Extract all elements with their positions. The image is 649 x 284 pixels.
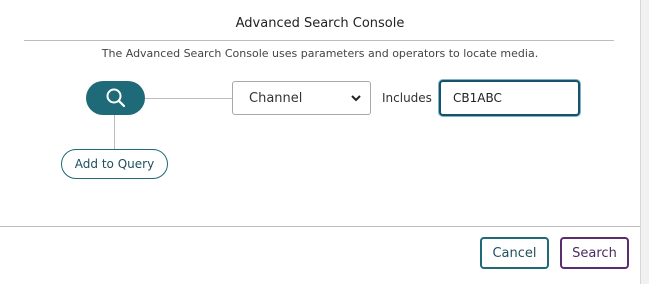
query-connector-vertical	[114, 115, 115, 149]
add-to-query-button[interactable]: Add to Query	[61, 149, 168, 179]
chevron-down-icon	[351, 95, 361, 102]
advanced-search-dialog: Advanced Search Console The Advanced Sea…	[0, 0, 641, 284]
scrollbar-track[interactable]	[641, 0, 649, 284]
query-connector-horizontal	[145, 98, 232, 99]
operator-label: Includes	[382, 91, 432, 105]
cancel-button[interactable]: Cancel	[480, 237, 549, 269]
footer-divider	[0, 226, 640, 227]
field-select-value: Channel	[249, 90, 303, 106]
title-divider	[24, 40, 614, 41]
dialog-description: The Advanced Search Console uses paramet…	[101, 47, 539, 60]
search-node-button[interactable]	[86, 81, 145, 115]
query-value-input[interactable]	[439, 80, 580, 116]
dialog-title: Advanced Search Console	[235, 16, 405, 31]
search-button[interactable]: Search	[560, 237, 629, 269]
search-icon	[106, 88, 125, 108]
field-select[interactable]: Channel	[232, 81, 371, 115]
